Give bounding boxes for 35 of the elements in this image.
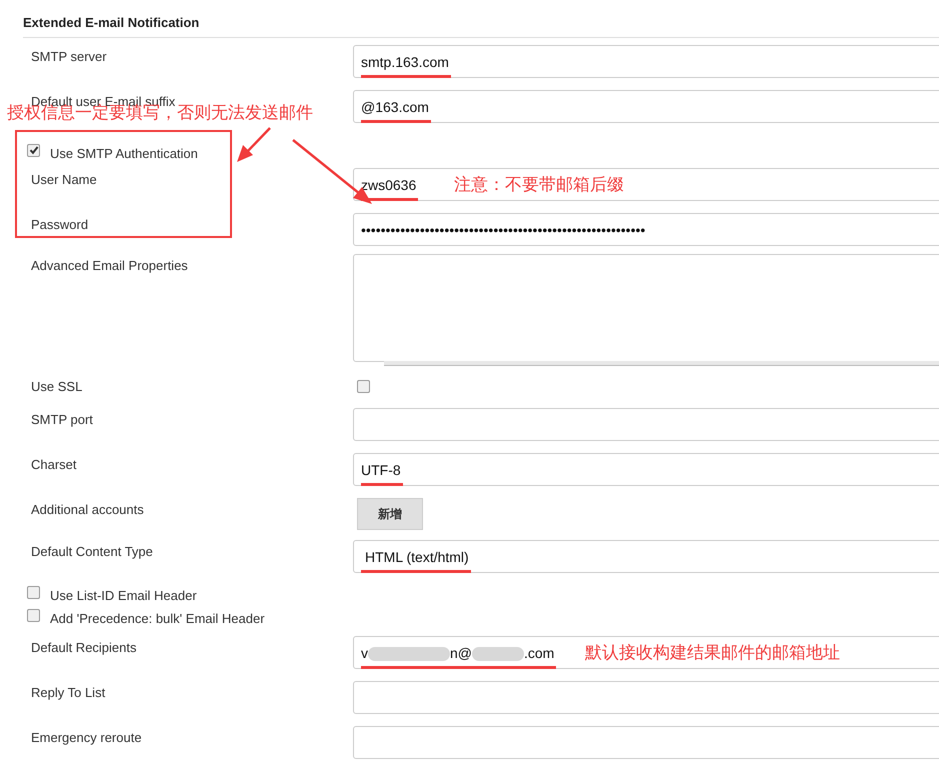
field-label: User Name bbox=[31, 172, 97, 186]
field-label: Use SSL bbox=[31, 378, 82, 394]
annotation-note: 注意：不要带邮箱后缀 bbox=[454, 174, 624, 196]
checkbox[interactable] bbox=[357, 380, 370, 392]
field-label: Default Recipients bbox=[31, 640, 136, 654]
input-field[interactable]: •••••••••••••••••••••••••••••••••••••••••••••••••••••••••• bbox=[353, 212, 939, 246]
field-label: SMTP port bbox=[31, 412, 93, 426]
input-field[interactable]: UTF-8 bbox=[353, 452, 939, 486]
field-label: Password bbox=[31, 216, 88, 232]
checkbox-label: Use List-ID Email Header bbox=[50, 586, 197, 604]
checkbox-label: Add 'Precedence: bulk' Email Header bbox=[50, 610, 265, 628]
resize-bar[interactable] bbox=[384, 360, 939, 366]
field-label: Reply To List bbox=[31, 684, 106, 700]
input-field[interactable]: v n@ .com 默认接收构建结果邮件的邮箱地址 bbox=[353, 636, 939, 668]
field-label: Advanced Email Properties bbox=[31, 258, 188, 272]
blurred-text bbox=[472, 646, 524, 661]
annotation-note: 默认接收构建结果邮件的邮箱地址 bbox=[585, 642, 840, 664]
input-field[interactable] bbox=[353, 408, 939, 440]
input-field[interactable]: zws0636 注意：不要带邮箱后缀 bbox=[353, 168, 939, 200]
add-button[interactable]: 新增 bbox=[357, 498, 423, 530]
input-field[interactable] bbox=[353, 726, 939, 758]
input-field[interactable] bbox=[353, 680, 939, 714]
checkbox[interactable] bbox=[27, 608, 40, 622]
checkbox-label: Use SMTP Authentication bbox=[50, 144, 198, 162]
field-label: Default Content Type bbox=[31, 544, 153, 558]
input-field[interactable]: @163.com bbox=[353, 90, 939, 122]
checkbox[interactable] bbox=[27, 144, 40, 156]
checkbox[interactable] bbox=[27, 586, 40, 598]
field-label: SMTP server bbox=[31, 48, 107, 64]
field-label: Additional accounts bbox=[31, 502, 144, 516]
input-field[interactable]: smtp.163.com bbox=[353, 44, 939, 78]
section-title: Extended E-mail Notification bbox=[23, 13, 939, 38]
field-label: Emergency reroute bbox=[31, 730, 142, 744]
input-field[interactable]: HTML (text/html) bbox=[353, 540, 939, 572]
field-label: Charset bbox=[31, 456, 77, 472]
